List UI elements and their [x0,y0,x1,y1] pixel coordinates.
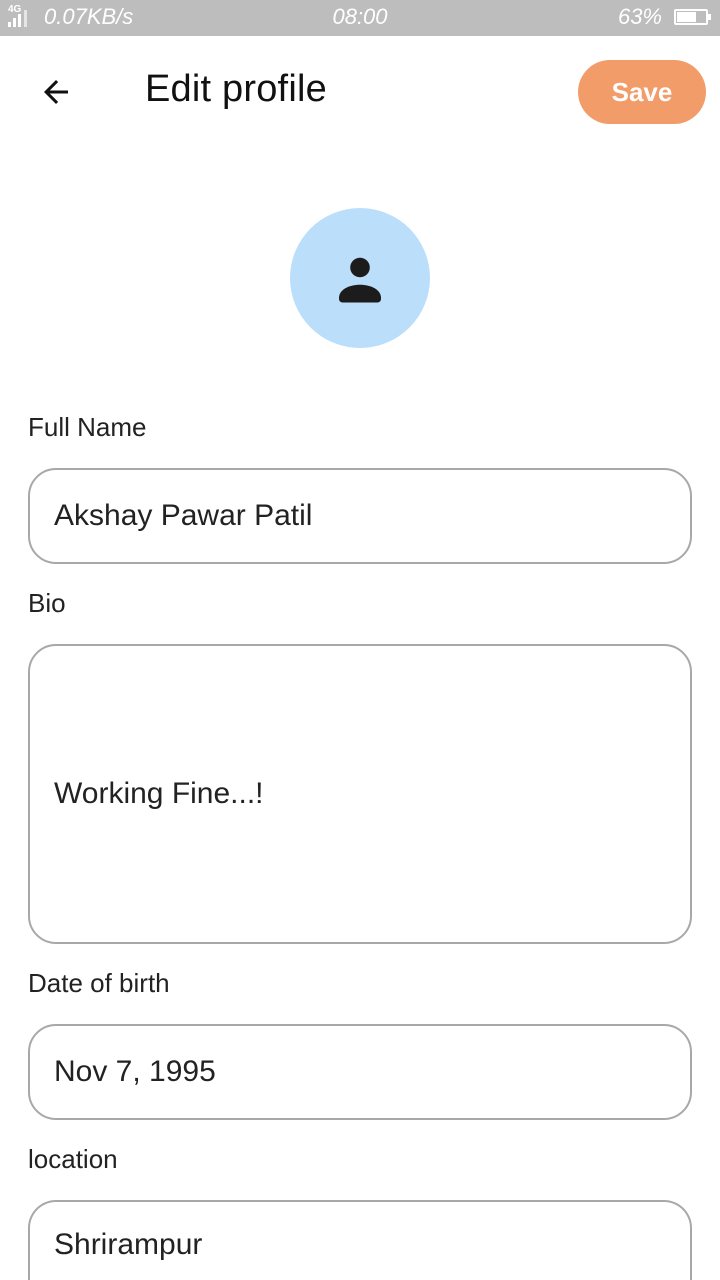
dob-field[interactable]: Nov 7, 1995 [28,1024,692,1120]
battery-percent: 63% [617,4,662,29]
save-button[interactable]: Save [578,60,706,124]
person-icon [339,257,381,303]
battery-icon [674,9,711,25]
app-bar: Edit profile Save [0,36,720,148]
location-label: location [28,1144,118,1174]
full-name-label: Full Name [28,412,147,442]
page-title: Edit profile [145,68,327,110]
bio-field[interactable]: Working Fine...! [28,644,692,944]
full-name-value: Akshay Pawar Patil [54,499,313,532]
arrow-back-icon [44,80,68,104]
location-value: Shrirampur [54,1228,203,1261]
status-bar: 4G 0.07KB/s 08:00 63% [0,0,720,36]
back-button[interactable] [24,56,88,128]
status-right: 63% [617,4,711,30]
battery-level [677,12,696,22]
status-time: 08:00 [332,4,388,29]
bio-value: Working Fine...! [54,777,264,810]
location-field[interactable]: Shrirampur [28,1200,692,1280]
bio-label: Bio [28,588,66,618]
dob-label: Date of birth [28,968,170,998]
full-name-field[interactable]: Akshay Pawar Patil [28,468,692,564]
avatar[interactable] [290,208,430,348]
dob-value: Nov 7, 1995 [54,1055,216,1088]
